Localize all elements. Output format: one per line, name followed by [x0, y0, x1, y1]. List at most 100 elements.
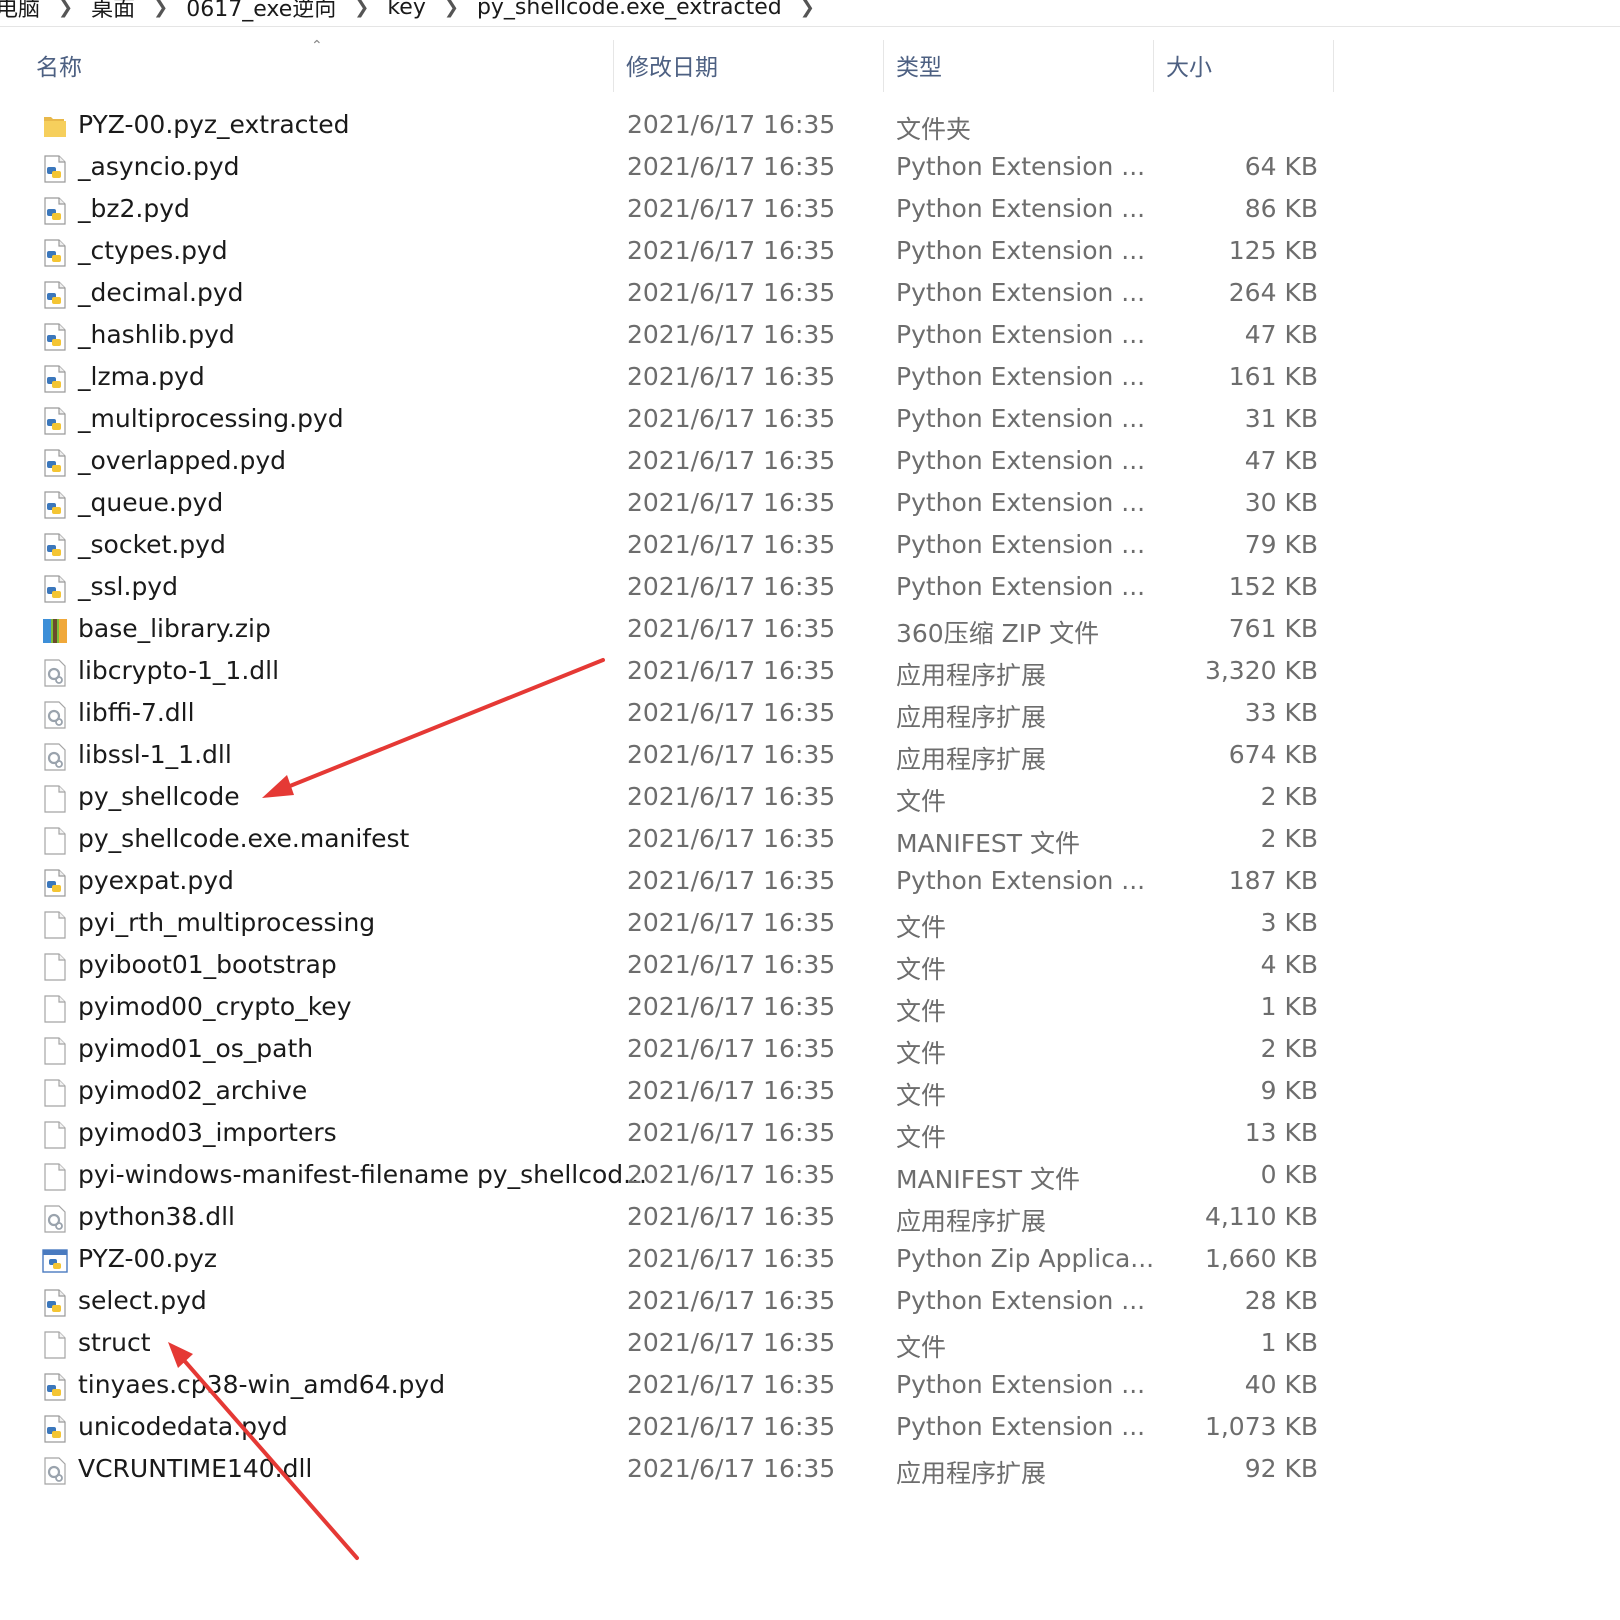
file-row[interactable]: pyexpat.pyd 2021/6/17 16:35 Python Extensi…: [0, 861, 1620, 903]
file-size: 64 KB: [1244, 152, 1318, 181]
file-date-modified: 2021/6/17 16:35: [627, 1160, 836, 1189]
file-name: _queue.pyd: [78, 488, 224, 517]
file-date-modified: 2021/6/17 16:35: [627, 950, 836, 979]
column-divider[interactable]: [1333, 40, 1334, 92]
python-file-icon: [42, 407, 68, 435]
chevron-right-icon[interactable]: ❯: [800, 0, 815, 18]
file-date-modified: 2021/6/17 16:35: [627, 110, 836, 139]
file-row[interactable]: libffi-7.dll 2021/6/17 16:35 应用程序扩展 33 KB: [0, 693, 1620, 735]
zip-archive-icon: [42, 617, 68, 645]
file-name: _hashlib.pyd: [78, 320, 235, 349]
breadcrumb-item-desktop[interactable]: 桌面: [91, 0, 135, 23]
file-row[interactable]: _hashlib.pyd 2021/6/17 16:35 Python Extens…: [0, 315, 1620, 357]
file-type: Python Extension ...: [896, 404, 1146, 433]
breadcrumb-item-folder[interactable]: 0617_exe逆向: [186, 0, 336, 23]
file-type: Python Extension ...: [896, 236, 1146, 265]
file-type: MANIFEST 文件: [896, 1165, 1081, 1194]
file-type: Python Extension ...: [896, 320, 1146, 349]
file-type: Python Extension ...: [896, 362, 1146, 391]
file-size: 28 KB: [1244, 1286, 1318, 1315]
file-size: 125 KB: [1228, 236, 1318, 265]
file-size: 2 KB: [1260, 824, 1318, 853]
file-type: Python Extension ...: [896, 488, 1146, 517]
file-row[interactable]: libcrypto-1_1.dll 2021/6/17 16:35 应用程序扩展 3,…: [0, 651, 1620, 693]
blank-file-icon: [42, 827, 68, 855]
file-row[interactable]: struct 2021/6/17 16:35 文件 1 KB: [0, 1323, 1620, 1365]
chevron-right-icon[interactable]: ❯: [444, 0, 459, 18]
file-name: base_library.zip: [78, 614, 271, 643]
file-row[interactable]: pyi_rth_multiprocessing 2021/6/17 16:35 文件…: [0, 903, 1620, 945]
file-type: 应用程序扩展: [896, 661, 1047, 690]
file-row[interactable]: VCRUNTIME140.dll 2021/6/17 16:35 应用程序扩展 92 …: [0, 1449, 1620, 1491]
column-header-name[interactable]: 名称: [24, 40, 614, 90]
file-size: 47 KB: [1244, 446, 1318, 475]
file-name: _lzma.pyd: [78, 362, 205, 391]
column-header-date[interactable]: 修改日期: [614, 40, 884, 90]
file-row[interactable]: pyimod00_crypto_key 2021/6/17 16:35 文件 1 KB: [0, 987, 1620, 1029]
file-row[interactable]: pyiboot01_bootstrap 2021/6/17 16:35 文件 4 KB: [0, 945, 1620, 987]
file-name: _ctypes.pyd: [78, 236, 228, 265]
file-type: Python Extension ...: [896, 152, 1146, 181]
file-row[interactable]: _lzma.pyd 2021/6/17 16:35 Python Extension…: [0, 357, 1620, 399]
file-row[interactable]: _overlapped.pyd 2021/6/17 16:35 Python Ext…: [0, 441, 1620, 483]
file-size: 47 KB: [1244, 320, 1318, 349]
column-header-size[interactable]: 大小: [1154, 40, 1334, 90]
file-row[interactable]: select.pyd 2021/6/17 16:35 Python Extensio…: [0, 1281, 1620, 1323]
file-row[interactable]: py_shellcode 2021/6/17 16:35 文件 2 KB: [0, 777, 1620, 819]
file-row[interactable]: base_library.zip 2021/6/17 16:35 360压缩 ZIP…: [0, 609, 1620, 651]
file-row[interactable]: _decimal.pyd 2021/6/17 16:35 Python Extens…: [0, 273, 1620, 315]
dll-gear-icon: [42, 659, 68, 687]
file-type: 文件: [896, 1039, 947, 1068]
file-name: pyimod02_archive: [78, 1076, 308, 1105]
blank-file-icon: [42, 785, 68, 813]
file-row[interactable]: libssl-1_1.dll 2021/6/17 16:35 应用程序扩展 674 K…: [0, 735, 1620, 777]
file-size: 2 KB: [1260, 782, 1318, 811]
file-row[interactable]: pyimod02_archive 2021/6/17 16:35 文件 9 KB: [0, 1071, 1620, 1113]
file-row[interactable]: py_shellcode.exe.manifest 2021/6/17 16:35…: [0, 819, 1620, 861]
file-row[interactable]: python38.dll 2021/6/17 16:35 应用程序扩展 4,110 K…: [0, 1197, 1620, 1239]
file-type: 文件: [896, 1333, 947, 1362]
file-date-modified: 2021/6/17 16:35: [627, 1202, 836, 1231]
file-row[interactable]: _ssl.pyd 2021/6/17 16:35 Python Extension …: [0, 567, 1620, 609]
chevron-right-icon[interactable]: ❯: [153, 0, 168, 18]
file-type: Python Extension ...: [896, 866, 1146, 895]
file-row[interactable]: _asyncio.pyd 2021/6/17 16:35 Python Extens…: [0, 147, 1620, 189]
file-name: _bz2.pyd: [78, 194, 190, 223]
blank-file-icon: [42, 1121, 68, 1149]
file-size: 152 KB: [1228, 572, 1318, 601]
file-size: 1 KB: [1260, 992, 1318, 1021]
file-date-modified: 2021/6/17 16:35: [627, 1034, 836, 1063]
file-date-modified: 2021/6/17 16:35: [627, 362, 836, 391]
file-size: 13 KB: [1244, 1118, 1318, 1147]
file-row[interactable]: tinyaes.cp38-win_amd64.pyd 2021/6/17 16:3…: [0, 1365, 1620, 1407]
file-size: 1,073 KB: [1204, 1412, 1318, 1441]
python-file-icon: [42, 197, 68, 225]
chevron-right-icon[interactable]: ❯: [354, 0, 369, 18]
file-size: 761 KB: [1228, 614, 1318, 643]
chevron-right-icon[interactable]: ❯: [58, 0, 73, 18]
file-row[interactable]: PYZ-00.pyz 2021/6/17 16:35 Python Zip Appl…: [0, 1239, 1620, 1281]
file-row[interactable]: pyimod01_os_path 2021/6/17 16:35 文件 2 KB: [0, 1029, 1620, 1071]
column-header-type[interactable]: 类型: [884, 40, 1154, 90]
file-type: 文件: [896, 955, 947, 984]
file-name: pyimod03_importers: [78, 1118, 337, 1147]
file-name: PYZ-00.pyz: [78, 1244, 218, 1273]
file-date-modified: 2021/6/17 16:35: [627, 1454, 836, 1483]
breadcrumb-item-key[interactable]: key: [387, 0, 426, 20]
file-date-modified: 2021/6/17 16:35: [627, 1244, 836, 1273]
file-row[interactable]: _ctypes.pyd 2021/6/17 16:35 Python Extensi…: [0, 231, 1620, 273]
file-date-modified: 2021/6/17 16:35: [627, 740, 836, 769]
file-size: 33 KB: [1244, 698, 1318, 727]
file-row[interactable]: pyimod03_importers 2021/6/17 16:35 文件 13 KB: [0, 1113, 1620, 1155]
file-name: select.pyd: [78, 1286, 207, 1315]
breadcrumb-item-current[interactable]: py_shellcode.exe_extracted: [477, 0, 782, 20]
file-row[interactable]: _multiprocessing.pyd 2021/6/17 16:35 Pytho…: [0, 399, 1620, 441]
file-row[interactable]: _queue.pyd 2021/6/17 16:35 Python Extensio…: [0, 483, 1620, 525]
file-row[interactable]: unicodedata.pyd 2021/6/17 16:35 Python Ext…: [0, 1407, 1620, 1449]
file-type: 360压缩 ZIP 文件: [896, 619, 1100, 648]
breadcrumb-item-computer[interactable]: 电脑: [0, 0, 40, 23]
file-row[interactable]: _socket.pyd 2021/6/17 16:35 Python Extensi…: [0, 525, 1620, 567]
file-row[interactable]: pyi-windows-manifest-filename py_shellco…: [0, 1155, 1620, 1197]
file-row[interactable]: _bz2.pyd 2021/6/17 16:35 Python Extension …: [0, 189, 1620, 231]
file-row[interactable]: PYZ-00.pyz_extracted 2021/6/17 16:35 文件夹: [0, 105, 1620, 147]
